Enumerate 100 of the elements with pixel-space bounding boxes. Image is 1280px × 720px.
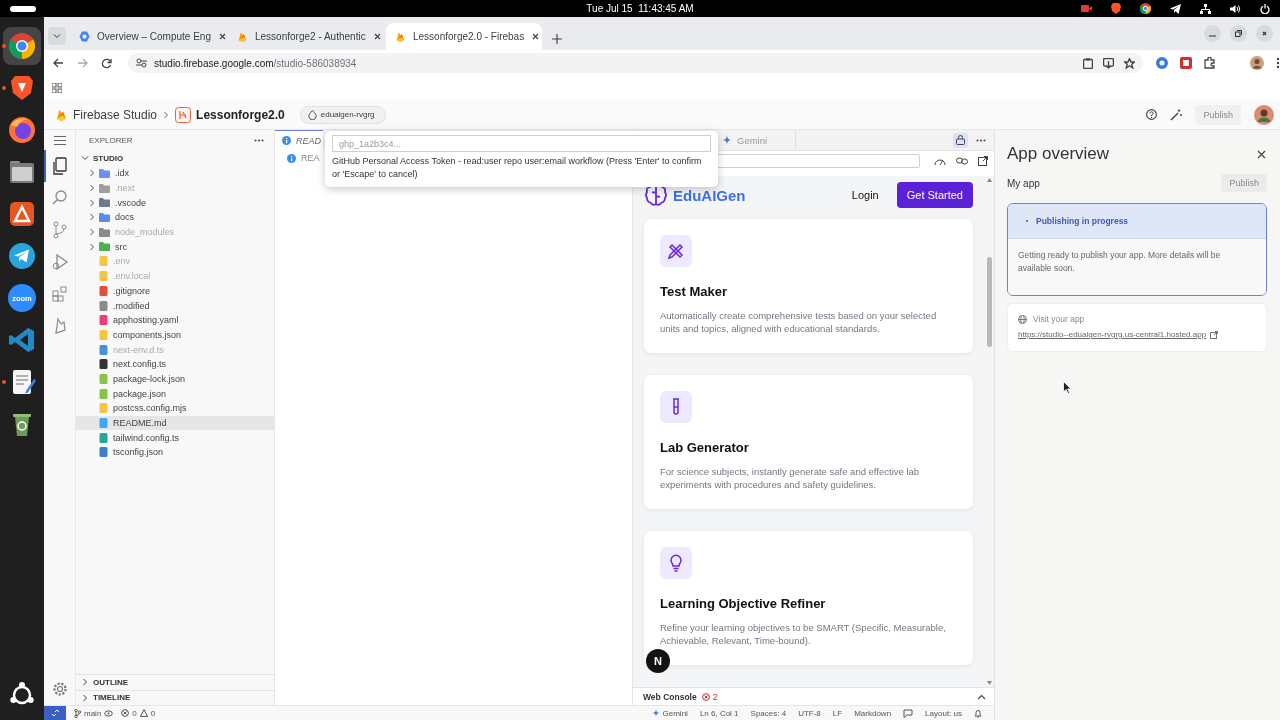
file-icon: [99, 285, 108, 296]
browser-app-icon: [7, 31, 37, 61]
file-row[interactable]: postcss.config.mjs: [76, 401, 274, 416]
workspace-chip[interactable]: eduaigen-rvgrg: [299, 105, 386, 124]
get-started-button[interactable]: Get Started: [896, 182, 973, 208]
console-title[interactable]: Web Console: [643, 691, 697, 702]
more-icon[interactable]: [254, 138, 264, 142]
address-bar[interactable]: studio.firebase.google.com/studio-586038934: [128, 53, 1143, 73]
file-row[interactable]: .gitignore: [76, 283, 274, 299]
file-row[interactable]: next.config.ts: [76, 356, 274, 372]
status-item[interactable]: LF: [832, 708, 843, 718]
more-icon[interactable]: [1276, 57, 1280, 69]
tab-search-button[interactable]: [48, 27, 66, 45]
external-link-icon[interactable]: [1210, 330, 1219, 339]
caret-icon[interactable]: [53, 32, 61, 40]
feedback-icon[interactable]: [903, 708, 914, 718]
install-app-icon[interactable]: [1103, 57, 1114, 69]
external-link-icon[interactable]: [978, 156, 988, 166]
site-settings-icon[interactable]: [136, 58, 147, 68]
assistant-status[interactable]: Gemini: [651, 708, 688, 718]
browser-tab[interactable]: Lessonforge2.0 - Firebas: [386, 23, 542, 50]
lock-button[interactable]: [953, 132, 968, 148]
project-name[interactable]: Lessonforge2.0: [196, 107, 285, 122]
error-count[interactable]: 2: [701, 691, 718, 702]
status-item[interactable]: Spaces: 4: [750, 708, 787, 718]
apps-grid-icon[interactable]: [52, 83, 62, 93]
sparkle-icon: [651, 709, 660, 717]
file-row[interactable]: .modified: [76, 298, 274, 313]
section-header[interactable]: STUDIO: [76, 150, 274, 166]
reload-icon[interactable]: [100, 57, 112, 69]
file-row[interactable]: README.md: [76, 415, 274, 431]
shield-icon[interactable]: [1111, 3, 1121, 14]
folder-icon: [99, 242, 110, 252]
folder-row[interactable]: docs: [76, 210, 274, 225]
url-text[interactable]: studio.firebase.google.com/studio-586038934: [154, 57, 357, 69]
breadcrumb[interactable]: REA: [301, 153, 320, 163]
brand-name[interactable]: EduAIGen: [673, 186, 746, 204]
folder-row[interactable]: .idx: [76, 166, 274, 181]
branch-status[interactable]: main: [74, 708, 114, 718]
remote-button[interactable]: [44, 706, 66, 720]
app-url-link[interactable]: https://studio--eduaigen-rvgrg.us-central1.hosted.app: [1018, 330, 1207, 339]
file-icon: [99, 418, 108, 429]
status-item[interactable]: UTF-8: [798, 708, 821, 718]
close-icon[interactable]: [1256, 148, 1267, 160]
gauge-icon[interactable]: [934, 156, 946, 166]
close-button[interactable]: [1256, 25, 1273, 42]
browser-tab[interactable]: Lessonforge2 - Authentic: [228, 23, 384, 50]
back-icon[interactable]: [52, 58, 64, 68]
file-row[interactable]: package-lock.json: [76, 371, 274, 387]
problems-status[interactable]: 0 0: [121, 708, 156, 718]
restore-button[interactable]: [1230, 25, 1247, 42]
settings-icon[interactable]: [51, 681, 68, 697]
avatar-icon[interactable]: [1254, 104, 1274, 125]
status-item[interactable]: Layout: us: [925, 708, 962, 718]
editor-tab[interactable]: READ: [275, 130, 323, 150]
dock-item[interactable]: [3, 27, 41, 65]
puzzle-icon[interactable]: [1204, 57, 1216, 69]
paper-plane-icon[interactable]: [1170, 3, 1181, 14]
file-icon: [99, 447, 108, 458]
volume-icon[interactable]: [1230, 3, 1241, 14]
file-row[interactable]: components.json: [76, 327, 274, 343]
folder-row[interactable]: src: [76, 239, 274, 255]
minimize-button[interactable]: [1204, 25, 1221, 42]
clipboard-icon[interactable]: [1083, 57, 1093, 69]
magic-wand-icon[interactable]: [1170, 108, 1183, 121]
extension-icon[interactable]: [1180, 57, 1192, 69]
plus-icon[interactable]: [552, 34, 562, 44]
project-icon[interactable]: [175, 106, 192, 123]
status-item[interactable]: Markdown: [854, 708, 892, 718]
extension-icon[interactable]: [1156, 57, 1168, 69]
file-row[interactable]: package.json: [76, 386, 274, 401]
network-icon[interactable]: [1200, 3, 1211, 14]
folder-row[interactable]: .vscode: [76, 195, 274, 211]
star-icon[interactable]: [1124, 57, 1135, 69]
more-icon[interactable]: [976, 138, 986, 142]
help-icon[interactable]: [1146, 109, 1158, 120]
login-link[interactable]: Login: [851, 189, 879, 201]
chevron-up-icon[interactable]: [977, 693, 986, 700]
browser-icon[interactable]: [1140, 3, 1151, 14]
avatar-icon[interactable]: [1250, 56, 1264, 70]
bell-icon[interactable]: [974, 708, 982, 718]
scrollbar[interactable]: [985, 176, 994, 687]
link-icon[interactable]: [956, 156, 968, 166]
close-icon[interactable]: [531, 32, 541, 41]
status-item[interactable]: Ln 6, Col 1: [699, 708, 739, 718]
token-input-field[interactable]: ghp_1a2b3c4...: [332, 135, 711, 152]
close-icon[interactable]: [1261, 30, 1268, 37]
close-icon[interactable]: [372, 32, 382, 41]
file-row[interactable]: tailwind.config.ts: [76, 430, 274, 446]
browser-tab[interactable]: Overview – Compute Eng: [70, 23, 226, 50]
breadcrumb-chevron-icon: [162, 110, 171, 119]
file-row[interactable]: apphosting.yaml: [76, 312, 274, 328]
dev-indicator-badge[interactable]: N: [646, 649, 670, 673]
panel-section-header[interactable]: OUTLINE: [76, 674, 274, 690]
camera-icon[interactable]: [1081, 4, 1092, 13]
file-row[interactable]: tsconfig.json: [76, 445, 274, 460]
power-icon[interactable]: [1260, 3, 1270, 14]
close-icon[interactable]: [217, 32, 227, 41]
clock[interactable]: Tue Jul 15 11:43:45 AM: [586, 3, 694, 14]
menu-icon[interactable]: [53, 135, 66, 145]
